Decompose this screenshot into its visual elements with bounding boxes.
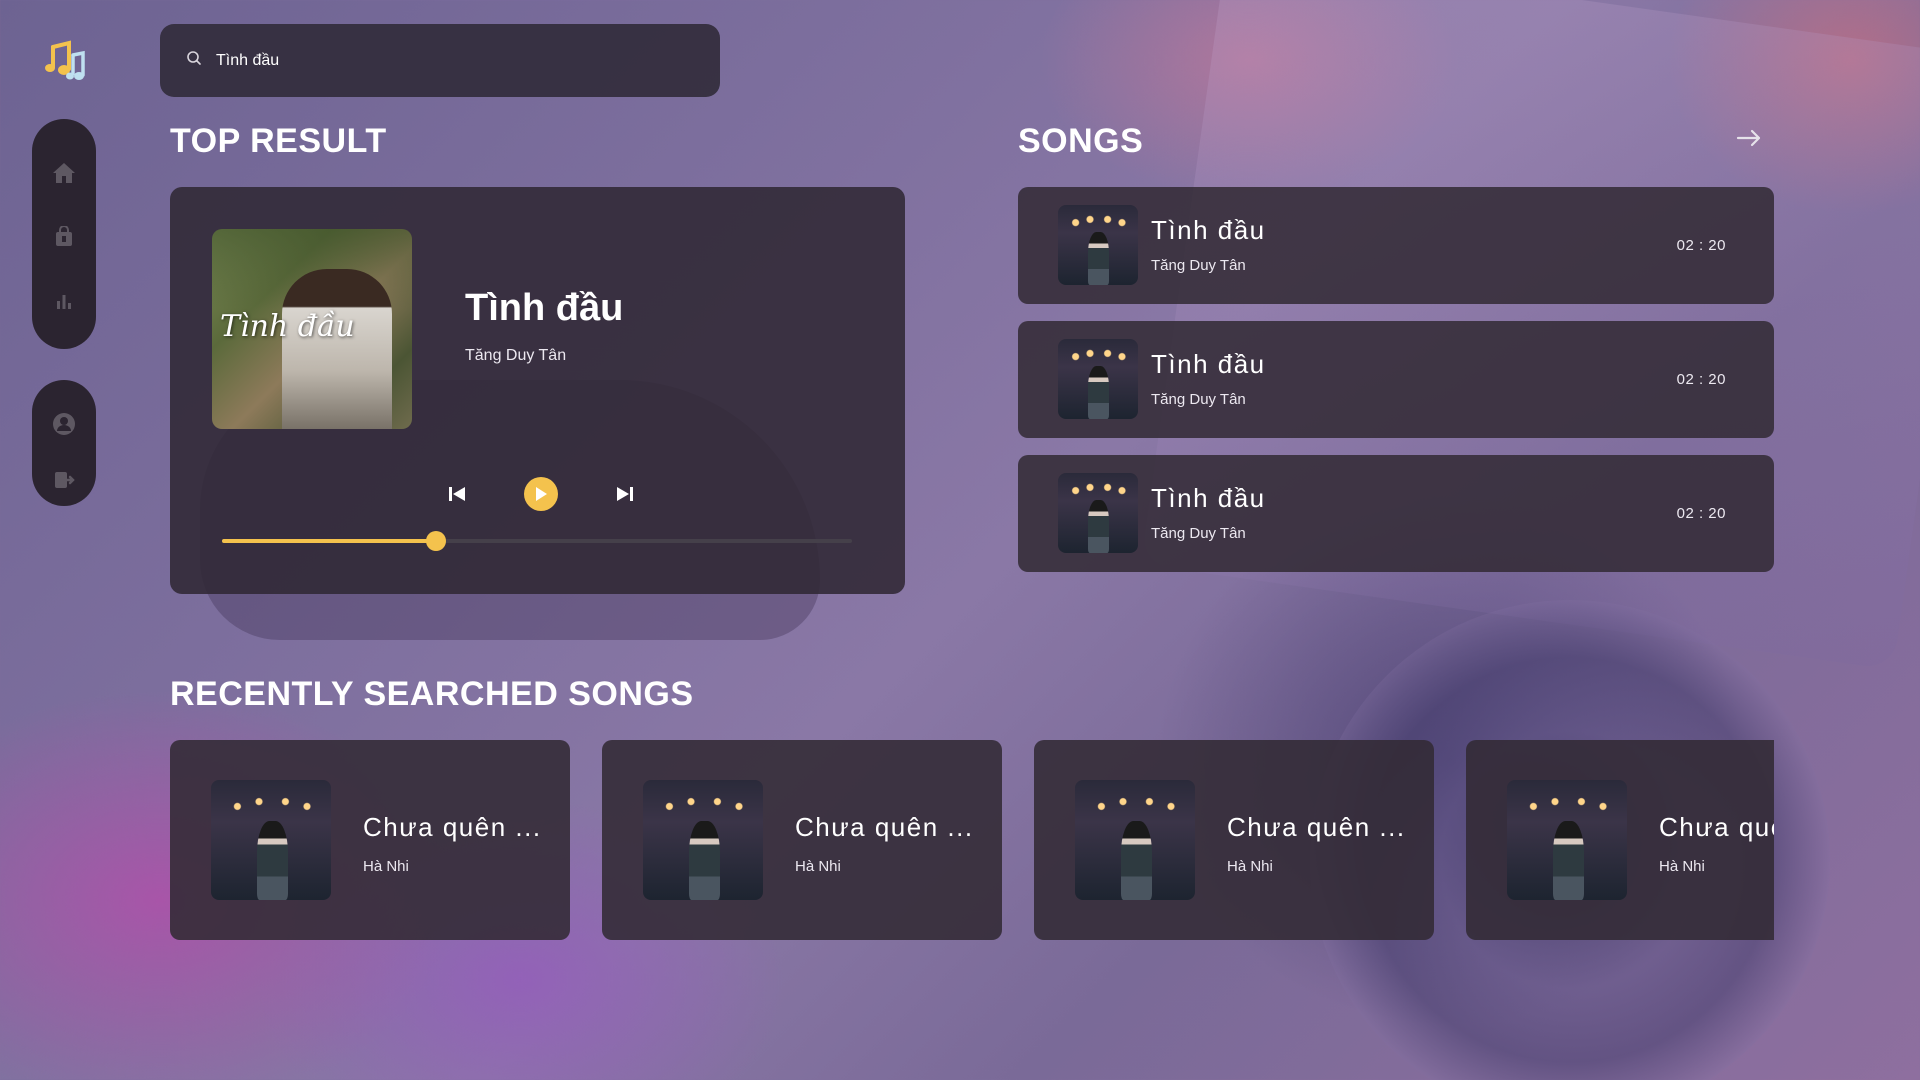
progress-fill xyxy=(222,539,437,543)
song-duration: 02 : 20 xyxy=(1676,237,1726,254)
song-duration: 02 : 20 xyxy=(1676,505,1726,522)
song-thumbnail xyxy=(643,780,763,900)
main-navigation xyxy=(32,119,96,349)
song-thumbnail xyxy=(1058,339,1138,419)
song-thumbnail xyxy=(1075,780,1195,900)
recent-song-title: Chưa quên ... xyxy=(363,812,542,842)
song-thumbnail xyxy=(1058,473,1138,553)
play-icon xyxy=(536,487,547,501)
recent-song-artist: Hà Nhi xyxy=(1659,858,1705,875)
song-row[interactable]: Tình đầu Tăng Duy Tân 02 : 20 xyxy=(1018,455,1774,572)
search-input[interactable] xyxy=(216,51,676,70)
song-artist: Tăng Duy Tân xyxy=(1151,525,1246,542)
recent-song-title: Chưa quên ... xyxy=(1227,812,1406,842)
song-thumbnail xyxy=(211,780,331,900)
song-title: Tình đầu xyxy=(1151,349,1266,379)
chart-icon[interactable] xyxy=(48,285,80,317)
search-bar xyxy=(160,24,720,97)
recent-song-card[interactable]: Chưa quên ... Hà Nhi xyxy=(1034,740,1434,940)
recent-song-title: Chưa quên ... xyxy=(1659,812,1774,842)
progress-bar[interactable] xyxy=(222,531,852,551)
top-result-card[interactable]: Tình đầu Tình đầu Tăng Duy Tân xyxy=(170,187,905,594)
recent-song-artist: Hà Nhi xyxy=(795,858,841,875)
top-result-cover: Tình đầu xyxy=(212,229,412,429)
home-icon[interactable] xyxy=(48,157,80,189)
song-thumbnail xyxy=(1507,780,1627,900)
song-row[interactable]: Tình đầu Tăng Duy Tân 02 : 20 xyxy=(1018,321,1774,438)
song-duration: 02 : 20 xyxy=(1676,371,1726,388)
skip-next-icon[interactable] xyxy=(608,477,642,511)
progress-knob[interactable] xyxy=(426,531,447,551)
player-controls xyxy=(440,477,642,511)
recent-song-card[interactable]: Chưa quên ... Hà Nhi xyxy=(1466,740,1774,940)
song-artist: Tăng Duy Tân xyxy=(1151,257,1246,274)
recent-song-artist: Hà Nhi xyxy=(1227,858,1273,875)
library-icon[interactable] xyxy=(48,221,80,253)
recent-song-artist: Hà Nhi xyxy=(363,858,409,875)
play-button[interactable] xyxy=(524,477,558,511)
recent-heading: RECENTLY SEARCHED SONGS xyxy=(170,675,694,713)
recent-songs-list: Chưa quên ... Hà Nhi Chưa quên ... Hà Nh… xyxy=(170,740,1774,940)
song-artist: Tăng Duy Tân xyxy=(1151,391,1246,408)
recent-song-title: Chưa quên ... xyxy=(795,812,974,842)
user-icon[interactable] xyxy=(48,408,80,440)
recent-song-card[interactable]: Chưa quên ... Hà Nhi xyxy=(170,740,570,940)
songs-heading: SONGS xyxy=(1018,122,1144,160)
song-title: Tình đầu xyxy=(1151,483,1266,513)
song-row[interactable]: Tình đầu Tăng Duy Tân 02 : 20 xyxy=(1018,187,1774,304)
arrow-right-icon[interactable] xyxy=(1736,128,1762,153)
song-thumbnail xyxy=(1058,205,1138,285)
top-result-artist: Tăng Duy Tân xyxy=(465,347,567,364)
recent-song-card[interactable]: Chưa quên ... Hà Nhi xyxy=(602,740,1002,940)
user-navigation xyxy=(32,380,96,506)
search-icon xyxy=(186,50,202,71)
music-notes-icon[interactable] xyxy=(40,36,90,86)
top-result-heading: TOP RESULT xyxy=(170,122,387,160)
top-result-title: Tình đầu xyxy=(465,287,624,329)
logout-icon[interactable] xyxy=(48,464,80,496)
skip-previous-icon[interactable] xyxy=(440,477,474,511)
cover-title-text: Tình đầu xyxy=(220,309,355,344)
song-title: Tình đầu xyxy=(1151,215,1266,245)
